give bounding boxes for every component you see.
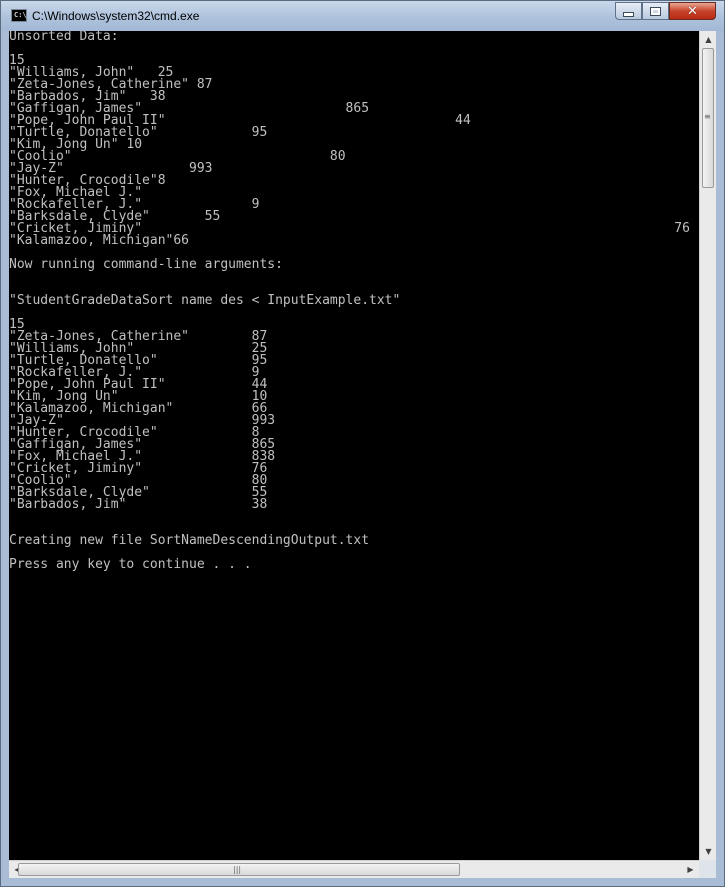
minimize-icon (623, 12, 634, 17)
console-line: Unsorted Data: (9, 31, 119, 44)
close-icon: ✕ (687, 3, 698, 19)
vertical-grip-icon: ≡ (704, 112, 711, 121)
title-bar[interactable]: C:\ C:\Windows\system32\cmd.exe ✕ (1, 1, 724, 31)
horizontal-scroll-thumb[interactable]: ||| (18, 863, 460, 876)
console-line: "Kalamazoo, Michigan"66 (9, 233, 190, 248)
vertical-scroll-thumb[interactable]: ≡ (702, 48, 714, 188)
vertical-scrollbar[interactable]: ▲ ≡ ▼ (699, 31, 716, 860)
scrollbar-corner (699, 860, 716, 878)
scroll-right-arrow-icon[interactable]: ▶ (682, 861, 699, 878)
console-text: Unsorted Data: 15 "Williams, John" 25 "Zet… (9, 31, 699, 571)
minimize-button[interactable] (615, 2, 642, 20)
maximize-icon (650, 6, 661, 16)
console-line: Creating new file SortNameDescendingOutp… (9, 533, 370, 548)
console-output[interactable]: Unsorted Data: 15 "Williams, John" 25 "Zet… (9, 31, 699, 860)
scroll-up-arrow-icon[interactable]: ▲ (700, 31, 717, 48)
horizontal-scrollbar[interactable]: ◀ ||| ▶ (9, 860, 699, 878)
console-line: Press any key to continue . . . (9, 557, 252, 572)
cmd-window: C:\ C:\Windows\system32\cmd.exe ✕ Unsort… (0, 0, 725, 887)
console-line: "StudentGradeDataSort name des < InputEx… (9, 293, 401, 308)
horizontal-grip-icon: ||| (233, 865, 242, 874)
maximize-button[interactable] (642, 2, 669, 20)
window-title: C:\Windows\system32\cmd.exe (32, 9, 200, 23)
cmd-icon[interactable]: C:\ (11, 9, 27, 22)
cmd-icon-text: C:\ (14, 11, 27, 19)
console-line: "Barbados, Jim" 38 (9, 497, 268, 512)
close-button[interactable]: ✕ (669, 2, 716, 20)
scroll-down-arrow-icon[interactable]: ▼ (700, 843, 717, 860)
console-line: Now running command-line arguments: (9, 257, 283, 272)
